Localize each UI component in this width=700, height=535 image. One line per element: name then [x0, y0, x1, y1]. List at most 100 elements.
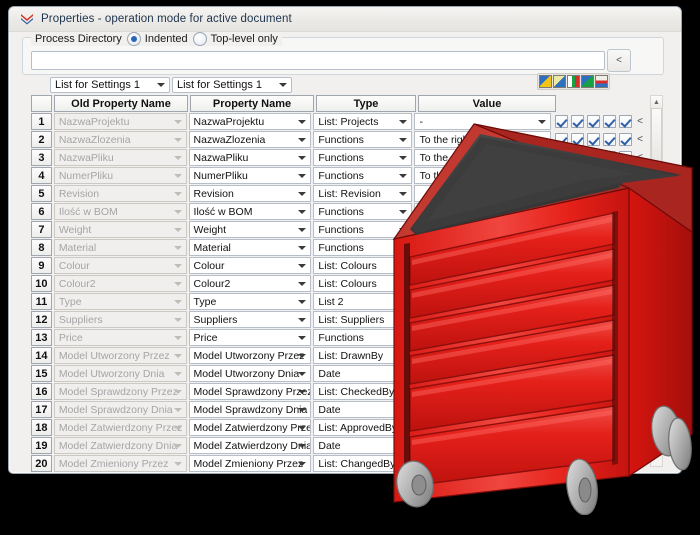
- type-cell[interactable]: List: Colours: [313, 257, 413, 274]
- row-checkbox-3[interactable]: [587, 331, 601, 344]
- row-checkbox-1[interactable]: [555, 241, 569, 254]
- value-cell[interactable]: [414, 347, 552, 364]
- row-checkbox-5[interactable]: [619, 187, 633, 200]
- table-row[interactable]: 8 Material Material Functions Material <: [31, 239, 643, 256]
- row-checkbox-2[interactable]: [571, 295, 585, 308]
- row-checkbox-4[interactable]: [603, 295, 617, 308]
- value-cell[interactable]: [414, 329, 552, 346]
- old-property-name-cell[interactable]: Model Sprawdzony Przez: [53, 383, 187, 400]
- overflow-marker[interactable]: <: [637, 260, 643, 271]
- value-cell[interactable]: [414, 275, 552, 292]
- value-cell[interactable]: To the right of _from: [414, 131, 552, 148]
- row-checkbox-5[interactable]: [619, 457, 633, 470]
- row-checkbox-4[interactable]: [603, 187, 617, 200]
- value-cell[interactable]: 2016-07-2: [414, 437, 552, 454]
- value-cell[interactable]: Material: [414, 239, 552, 256]
- property-name-cell[interactable]: Material: [188, 239, 312, 256]
- row-checkbox-3[interactable]: [587, 439, 601, 452]
- row-checkbox-2[interactable]: [571, 277, 585, 290]
- table-row[interactable]: 17 Model Sprawdzony Dnia Model Sprawdzony …: [31, 401, 643, 418]
- row-checkbox-4[interactable]: [603, 151, 617, 164]
- old-property-name-cell[interactable]: Model Utworzony Dnia: [53, 365, 187, 382]
- row-checkbox-5[interactable]: [619, 169, 633, 182]
- row-checkbox-3[interactable]: [587, 205, 601, 218]
- table-row[interactable]: 4 NumerPliku NumerPliku Functions To the lef…: [31, 167, 643, 184]
- row-checkbox-1[interactable]: [555, 133, 569, 146]
- browse-directory-button[interactable]: <: [607, 49, 631, 72]
- row-checkbox-5[interactable]: [619, 277, 633, 290]
- row-number[interactable]: 6: [31, 203, 52, 220]
- row-checkbox-1[interactable]: [555, 151, 569, 164]
- row-checkbox-2[interactable]: [571, 421, 585, 434]
- property-name-cell[interactable]: Model Sprawdzony Przez: [188, 383, 312, 400]
- row-number[interactable]: 15: [31, 365, 52, 382]
- table-row[interactable]: 5 Revision Revision List: Revision <: [31, 185, 643, 202]
- type-cell[interactable]: Date: [313, 437, 413, 454]
- table-row[interactable]: 2 NazwaZlozenia NazwaZlozenia Functions To t…: [31, 131, 643, 148]
- table-row[interactable]: 21Model Zmieniony DniaModel Zmieniony Dn…: [31, 473, 643, 474]
- row-checkbox-2[interactable]: [571, 205, 585, 218]
- row-checkbox-4[interactable]: [603, 169, 617, 182]
- row-checkbox-2[interactable]: [571, 133, 585, 146]
- table-row[interactable]: 1 NazwaProjektu NazwaProjektu List: Project…: [31, 113, 643, 130]
- row-checkbox-1[interactable]: [555, 277, 569, 290]
- overflow-marker[interactable]: <: [637, 368, 643, 379]
- type-cell[interactable]: Functions: [313, 329, 413, 346]
- row-checkbox-3[interactable]: [587, 403, 601, 416]
- old-property-name-cell[interactable]: Model Utworzony Przez: [53, 347, 187, 364]
- old-property-name-cell[interactable]: Material: [53, 239, 187, 256]
- property-name-cell[interactable]: Revision: [188, 185, 312, 202]
- value-cell[interactable]: [414, 311, 552, 328]
- row-checkbox-3[interactable]: [587, 421, 601, 434]
- row-checkbox-3[interactable]: [587, 349, 601, 362]
- row-checkbox-4[interactable]: [603, 367, 617, 380]
- row-checkbox-4[interactable]: [603, 115, 617, 128]
- type-cell[interactable]: List: Revision: [313, 185, 413, 202]
- row-checkbox-2[interactable]: [571, 385, 585, 398]
- row-checkbox-5[interactable]: [619, 367, 633, 380]
- overflow-marker[interactable]: <: [637, 224, 643, 235]
- old-property-name-cell[interactable]: NazwaPliku: [53, 149, 187, 166]
- row-checkbox-4[interactable]: [603, 331, 617, 344]
- row-checkbox-3[interactable]: [587, 187, 601, 200]
- type-cell[interactable]: Functions: [313, 221, 413, 238]
- old-property-name-cell[interactable]: Price: [53, 329, 187, 346]
- type-cell[interactable]: List 2: [313, 293, 413, 310]
- row-checkbox-4[interactable]: [603, 277, 617, 290]
- old-property-name-cell[interactable]: Model Sprawdzony Dnia: [53, 401, 187, 418]
- type-cell[interactable]: List: Projects: [313, 113, 413, 130]
- table-row[interactable]: 6 Ilość w BOM Ilość w BOM Functions Qty. <: [31, 203, 643, 220]
- old-property-name-cell[interactable]: Type: [53, 293, 187, 310]
- overflow-marker[interactable]: <: [637, 152, 643, 163]
- value-cell[interactable]: ACM: [414, 293, 552, 310]
- old-property-name-cell[interactable]: NumerPliku: [53, 167, 187, 184]
- row-checkbox-2[interactable]: [571, 349, 585, 362]
- row-number[interactable]: 1: [31, 113, 52, 130]
- value-cell[interactable]: To the left: [414, 167, 552, 184]
- row-checkbox-3[interactable]: [587, 457, 601, 470]
- table-row[interactable]: 11 Type Type List 2 ACM <: [31, 293, 643, 310]
- row-checkbox-2[interactable]: [571, 439, 585, 452]
- row-checkbox-1[interactable]: [555, 115, 569, 128]
- old-property-name-cell[interactable]: Model Zmieniony Dnia: [54, 473, 187, 474]
- type-cell[interactable]: Functions: [313, 167, 413, 184]
- old-property-name-cell[interactable]: Weight: [53, 221, 187, 238]
- row-checkbox-4[interactable]: [603, 313, 617, 326]
- old-property-name-cell[interactable]: Ilość w BOM: [53, 203, 187, 220]
- type-cell[interactable]: List: DrawnBy: [313, 347, 413, 364]
- row-number[interactable]: 10: [31, 275, 52, 292]
- type-cell[interactable]: Functions: [313, 203, 413, 220]
- row-checkbox-3[interactable]: [587, 169, 601, 182]
- row-checkbox-1[interactable]: [555, 331, 569, 344]
- row-checkbox-3[interactable]: [587, 133, 601, 146]
- row-checkbox-1[interactable]: [555, 421, 569, 434]
- row-checkbox-3[interactable]: [587, 295, 601, 308]
- table-row[interactable]: 9 Colour Colour List: Colours <: [31, 257, 643, 274]
- row-checkbox-3[interactable]: [587, 259, 601, 272]
- table-row[interactable]: 18 Model Zatwierdzony Przez Model Zatwierd…: [31, 419, 643, 436]
- table-row[interactable]: 20 Model Zmieniony Przez Model Zmieniony P…: [31, 455, 643, 472]
- value-cell[interactable]: 2016-07-2: [414, 473, 551, 474]
- value-cell[interactable]: [414, 419, 552, 436]
- overflow-marker[interactable]: <: [637, 116, 643, 127]
- row-checkbox-2[interactable]: [571, 331, 585, 344]
